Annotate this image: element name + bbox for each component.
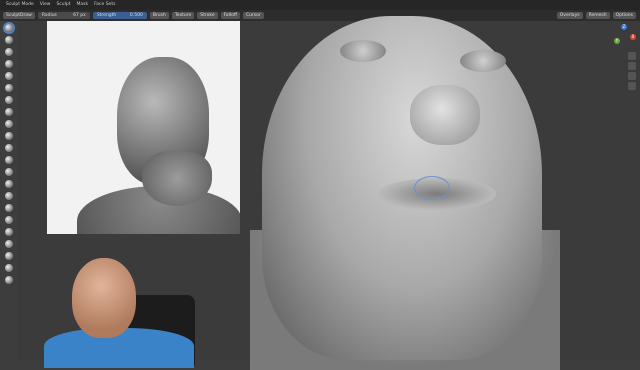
sculpt-eye-left bbox=[340, 40, 386, 62]
sculpt-tool-icon[interactable] bbox=[5, 276, 13, 284]
strength-field[interactable]: Strength 0.500 bbox=[92, 12, 147, 19]
tool-header: SculptDraw Radius 67 px Strength 0.500 B… bbox=[0, 10, 640, 21]
sculpt-tool-icon[interactable] bbox=[5, 96, 13, 104]
menu-face-sets[interactable]: Face Sets bbox=[94, 0, 115, 10]
sculpt-tool-icon[interactable] bbox=[5, 144, 13, 152]
sculpt-tool-icon[interactable] bbox=[5, 48, 13, 56]
sculpt-tool-icon[interactable] bbox=[5, 24, 13, 32]
strength-value: 0.500 bbox=[129, 13, 143, 18]
sculpt-tool-icon[interactable] bbox=[5, 264, 13, 272]
sculpt-tool-icon[interactable] bbox=[5, 60, 13, 68]
webcam-presenter bbox=[72, 258, 136, 338]
reference-image bbox=[47, 21, 240, 234]
options-button[interactable]: Options bbox=[612, 12, 636, 19]
brush-name[interactable]: SculptDraw bbox=[3, 12, 35, 19]
menu-falloff[interactable]: Falloff bbox=[220, 12, 240, 19]
sculpt-tool-icon[interactable] bbox=[5, 192, 13, 200]
navigation-gizmo[interactable]: Z X Y bbox=[612, 24, 636, 48]
gizmo-z-axis[interactable]: Z bbox=[621, 24, 627, 30]
camera-view-button[interactable] bbox=[628, 72, 636, 80]
sculpt-tool-icon[interactable] bbox=[5, 120, 13, 128]
sculpt-tool-icon[interactable] bbox=[5, 156, 13, 164]
menu-stroke[interactable]: Stroke bbox=[197, 12, 218, 19]
radius-label: Radius bbox=[41, 13, 57, 18]
perspective-toggle-button[interactable] bbox=[628, 82, 636, 90]
sculpt-tool-icon[interactable] bbox=[5, 252, 13, 260]
sculpt-tool-icon[interactable] bbox=[5, 216, 13, 224]
sculpt-tool-icon[interactable] bbox=[5, 204, 13, 212]
pan-button[interactable] bbox=[628, 62, 636, 70]
sculpt-tool-icon[interactable] bbox=[5, 108, 13, 116]
sculpt-tool-icon[interactable] bbox=[5, 84, 13, 92]
menu-texture[interactable]: Texture bbox=[171, 12, 195, 19]
menu-bar: Sculpt Mode View Sculpt Mask Face Sets bbox=[0, 0, 640, 10]
remesh-button[interactable]: Remesh bbox=[585, 12, 610, 19]
overlays-button[interactable]: Overlays bbox=[556, 12, 583, 19]
sculpt-tool-icon[interactable] bbox=[5, 228, 13, 236]
sculpt-tool-icon[interactable] bbox=[5, 168, 13, 176]
menu-sculpt-mode[interactable]: Sculpt Mode bbox=[6, 0, 34, 10]
brush-cursor bbox=[414, 176, 450, 200]
sculpt-tool-icon[interactable] bbox=[5, 36, 13, 44]
sculpt-tool-icon[interactable] bbox=[5, 132, 13, 140]
menu-brush[interactable]: Brush bbox=[149, 12, 169, 19]
sculpt-toolbar bbox=[2, 22, 16, 322]
sculpt-tool-icon[interactable] bbox=[5, 72, 13, 80]
gizmo-y-axis[interactable]: Y bbox=[614, 38, 620, 44]
menu-sculpt[interactable]: Sculpt bbox=[56, 0, 70, 10]
strength-label: Strength bbox=[96, 13, 117, 18]
sculpt-tool-icon[interactable] bbox=[5, 180, 13, 188]
zoom-button[interactable] bbox=[628, 52, 636, 60]
menu-view[interactable]: View bbox=[40, 0, 51, 10]
sculpt-nose bbox=[410, 85, 480, 145]
sculpt-eye-right bbox=[460, 50, 506, 72]
sculpt-tool-icon[interactable] bbox=[5, 240, 13, 248]
gizmo-x-axis[interactable]: X bbox=[630, 34, 636, 40]
reference-beard bbox=[142, 151, 212, 206]
radius-value: 67 px bbox=[73, 13, 86, 18]
radius-field[interactable]: Radius 67 px bbox=[37, 12, 90, 19]
menu-mask[interactable]: Mask bbox=[77, 0, 89, 10]
menu-cursor[interactable]: Cursor bbox=[242, 12, 264, 19]
